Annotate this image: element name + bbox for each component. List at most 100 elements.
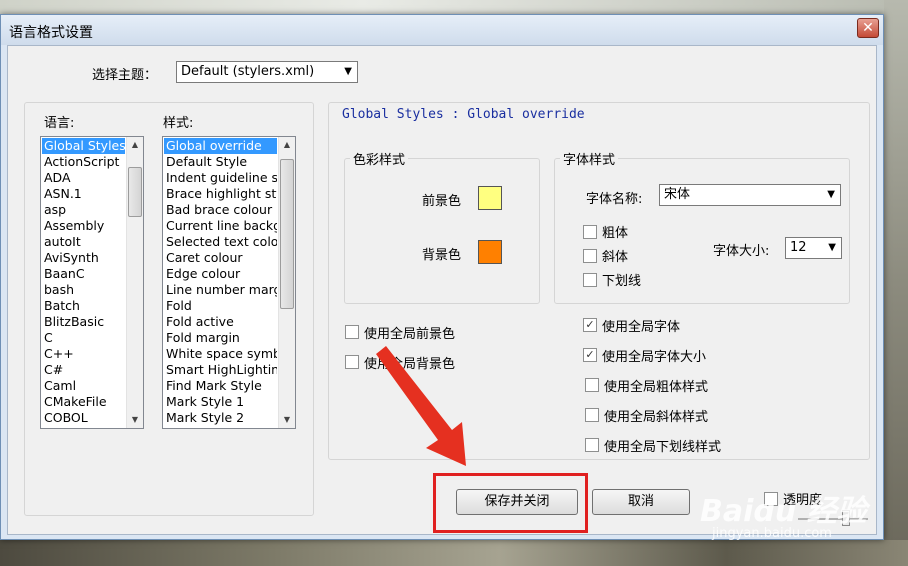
language-list[interactable]: Global Styles ActionScript ADA ASN.1 asp Asse… xyxy=(40,136,144,429)
font-size-value: 12 xyxy=(790,240,807,255)
scroll-down-icon[interactable]: ▼ xyxy=(279,412,295,428)
style-list-scrollbar[interactable]: ▲ ▼ xyxy=(278,137,295,428)
language-list-item[interactable]: Batch xyxy=(42,298,125,314)
color-style-group-title: 色彩样式 xyxy=(350,149,409,168)
language-list-item[interactable]: AviSynth xyxy=(42,250,125,266)
font-name-value: 宋体 xyxy=(664,187,691,202)
use-global-underline-label: 使用全局下划线样式 xyxy=(604,440,722,455)
language-list-item[interactable]: Assembly xyxy=(42,218,125,234)
style-list-item[interactable]: Smart HighLighting xyxy=(164,362,277,378)
style-configurator-dialog: 语言格式设置 ✕ 选择主题： Default (stylers.xml) ▼ 语… xyxy=(0,14,884,540)
title-bar[interactable]: 语言格式设置 ✕ xyxy=(1,15,883,45)
scroll-down-icon[interactable]: ▼ xyxy=(127,412,143,428)
language-list-item[interactable]: BlitzBasic xyxy=(42,314,125,330)
style-list-items: Global override Default Style Indent guide… xyxy=(164,138,277,426)
language-list-item[interactable]: autoIt xyxy=(42,234,125,250)
style-list-item[interactable]: White space symbo xyxy=(164,346,277,362)
baidu-watermark-url: jingyan.baidu.com xyxy=(712,526,832,541)
background-color-label: 背景色 xyxy=(422,248,462,263)
style-list-item[interactable]: Edge colour xyxy=(164,266,277,282)
language-list-item[interactable]: ActionScript xyxy=(42,154,125,170)
underline-checkbox[interactable] xyxy=(583,273,597,287)
check-icon: ✓ xyxy=(585,318,595,331)
use-global-bold-label: 使用全局粗体样式 xyxy=(604,380,709,395)
cancel-button[interactable]: 取消 xyxy=(592,489,690,515)
style-list-item[interactable]: Caret colour xyxy=(164,250,277,266)
theme-select-value: Default (stylers.xml) xyxy=(181,64,315,79)
style-list-item[interactable]: Mark Style 1 xyxy=(164,394,277,410)
language-list-item[interactable]: ADA xyxy=(42,170,125,186)
use-global-fg-label: 使用全局前景色 xyxy=(364,327,456,342)
use-global-bg-label: 使用全局背景色 xyxy=(364,357,456,372)
desktop-background-top xyxy=(0,0,908,14)
language-list-item[interactable]: COBOL xyxy=(42,410,125,426)
italic-label: 斜体 xyxy=(602,250,629,265)
underline-label: 下划线 xyxy=(602,274,642,289)
annotation-highlight-box xyxy=(433,473,588,533)
language-list-items: Global Styles ActionScript ADA ASN.1 asp Asse… xyxy=(42,138,125,426)
language-list-item[interactable]: BaanC xyxy=(42,266,125,282)
style-header-text: Global Styles : Global override xyxy=(342,107,585,122)
style-list-item[interactable]: Global override xyxy=(164,138,277,154)
use-global-underline-checkbox[interactable] xyxy=(585,438,599,452)
style-list[interactable]: Global override Default Style Indent guide… xyxy=(162,136,296,429)
style-list-item[interactable]: Fold xyxy=(164,298,277,314)
style-list-item[interactable]: Find Mark Style xyxy=(164,378,277,394)
style-list-item[interactable]: Fold margin xyxy=(164,330,277,346)
background-color-swatch[interactable] xyxy=(478,240,502,264)
use-global-bg-checkbox[interactable] xyxy=(345,355,359,369)
use-global-italic-checkbox[interactable] xyxy=(585,408,599,422)
language-list-item[interactable]: Global Styles xyxy=(42,138,125,154)
style-list-item[interactable]: Brace highlight styl xyxy=(164,186,277,202)
desktop-background-right xyxy=(884,0,908,566)
style-list-item[interactable]: Mark Style 2 xyxy=(164,410,277,426)
language-label: 语言: xyxy=(44,116,75,131)
font-name-label: 字体名称: xyxy=(586,192,643,207)
italic-checkbox[interactable] xyxy=(583,249,597,263)
style-list-item[interactable]: Default Style xyxy=(164,154,277,170)
chevron-down-icon: ▼ xyxy=(827,189,835,200)
use-global-bold-checkbox[interactable] xyxy=(585,378,599,392)
style-list-item[interactable]: Current line backgr xyxy=(164,218,277,234)
bold-checkbox[interactable] xyxy=(583,225,597,239)
style-list-item[interactable]: Selected text colou xyxy=(164,234,277,250)
language-list-item[interactable]: Caml xyxy=(42,378,125,394)
desktop-background-bottom xyxy=(0,540,908,566)
language-list-item[interactable]: C xyxy=(42,330,125,346)
chevron-down-icon: ▼ xyxy=(828,242,836,253)
check-icon: ✓ xyxy=(585,348,595,361)
style-scroll-thumb[interactable] xyxy=(280,159,294,309)
font-name-select[interactable]: 宋体 ▼ xyxy=(659,184,841,206)
use-global-font-checkbox[interactable]: ✓ xyxy=(583,318,597,332)
language-scroll-thumb[interactable] xyxy=(128,167,142,217)
scroll-up-icon[interactable]: ▲ xyxy=(127,137,143,153)
language-list-item[interactable]: C# xyxy=(42,362,125,378)
language-list-item[interactable]: bash xyxy=(42,282,125,298)
style-list-item[interactable]: Indent guideline st xyxy=(164,170,277,186)
theme-label: 选择主题： xyxy=(92,68,158,83)
style-list-item[interactable]: Bad brace colour xyxy=(164,202,277,218)
language-list-item[interactable]: C++ xyxy=(42,346,125,362)
use-global-font-size-checkbox[interactable]: ✓ xyxy=(583,348,597,362)
foreground-color-swatch[interactable] xyxy=(478,186,502,210)
style-list-item[interactable]: Line number marg xyxy=(164,282,277,298)
language-list-item[interactable]: ASN.1 xyxy=(42,186,125,202)
bold-label: 粗体 xyxy=(602,226,629,241)
language-list-scrollbar[interactable]: ▲ ▼ xyxy=(126,137,143,428)
font-size-label: 字体大小: xyxy=(713,244,770,259)
theme-select[interactable]: Default (stylers.xml) ▼ xyxy=(176,61,358,83)
use-global-italic-label: 使用全局斜体样式 xyxy=(604,410,709,425)
foreground-color-label: 前景色 xyxy=(422,194,462,209)
style-list-item[interactable]: Fold active xyxy=(164,314,277,330)
close-button[interactable]: ✕ xyxy=(857,18,879,38)
close-icon: ✕ xyxy=(862,20,874,36)
font-size-select[interactable]: 12 ▼ xyxy=(785,237,842,259)
use-global-font-size-label: 使用全局字体大小 xyxy=(602,350,707,365)
language-list-item[interactable]: CMakeFile xyxy=(42,394,125,410)
color-style-group xyxy=(344,158,540,304)
language-list-item[interactable]: asp xyxy=(42,202,125,218)
dialog-client-area: 选择主题： Default (stylers.xml) ▼ 语言: 样式: Gl… xyxy=(7,45,877,535)
use-global-fg-checkbox[interactable] xyxy=(345,325,359,339)
scroll-up-icon[interactable]: ▲ xyxy=(279,137,295,153)
window-title: 语言格式设置 xyxy=(9,25,93,41)
